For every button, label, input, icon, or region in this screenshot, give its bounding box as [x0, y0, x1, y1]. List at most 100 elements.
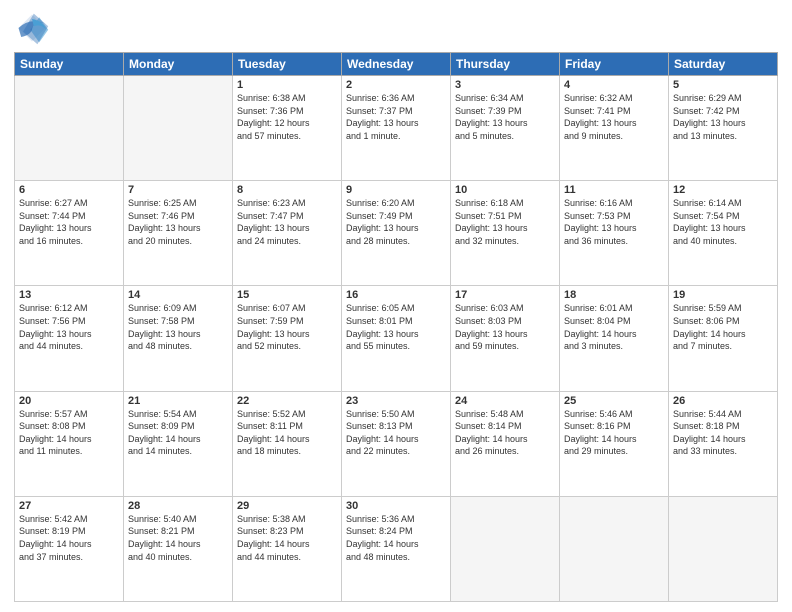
cell-info: and 29 minutes. — [564, 445, 664, 458]
day-number: 23 — [346, 395, 446, 407]
day-header-monday: Monday — [124, 53, 233, 76]
cell-info: Sunset: 7:41 PM — [564, 105, 664, 118]
cell-info: Daylight: 13 hours — [564, 222, 664, 235]
day-number: 29 — [237, 500, 337, 512]
cell-info: Daylight: 14 hours — [673, 433, 773, 446]
cell-info: Daylight: 13 hours — [673, 117, 773, 130]
day-number: 4 — [564, 79, 664, 91]
cell-info: and 57 minutes. — [237, 130, 337, 143]
day-header-tuesday: Tuesday — [233, 53, 342, 76]
cell-info: Sunset: 8:04 PM — [564, 315, 664, 328]
calendar-cell: 5Sunrise: 6:29 AMSunset: 7:42 PMDaylight… — [669, 76, 778, 181]
day-header-friday: Friday — [560, 53, 669, 76]
week-row-3: 13Sunrise: 6:12 AMSunset: 7:56 PMDayligh… — [15, 286, 778, 391]
cell-info: Sunset: 7:53 PM — [564, 210, 664, 223]
cell-info: Sunset: 8:14 PM — [455, 420, 555, 433]
cell-info: Sunset: 8:06 PM — [673, 315, 773, 328]
calendar-cell: 7Sunrise: 6:25 AMSunset: 7:46 PMDaylight… — [124, 181, 233, 286]
calendar-cell: 27Sunrise: 5:42 AMSunset: 8:19 PMDayligh… — [15, 496, 124, 601]
cell-info: Daylight: 13 hours — [237, 328, 337, 341]
week-row-5: 27Sunrise: 5:42 AMSunset: 8:19 PMDayligh… — [15, 496, 778, 601]
cell-info: and 7 minutes. — [673, 340, 773, 353]
calendar-cell: 4Sunrise: 6:32 AMSunset: 7:41 PMDaylight… — [560, 76, 669, 181]
calendar-cell — [669, 496, 778, 601]
day-header-sunday: Sunday — [15, 53, 124, 76]
cell-info: Daylight: 13 hours — [237, 222, 337, 235]
day-number: 22 — [237, 395, 337, 407]
calendar-header-row: SundayMondayTuesdayWednesdayThursdayFrid… — [15, 53, 778, 76]
calendar-cell: 14Sunrise: 6:09 AMSunset: 7:58 PMDayligh… — [124, 286, 233, 391]
cell-info: Sunrise: 6:18 AM — [455, 197, 555, 210]
day-number: 21 — [128, 395, 228, 407]
calendar-cell: 16Sunrise: 6:05 AMSunset: 8:01 PMDayligh… — [342, 286, 451, 391]
week-row-4: 20Sunrise: 5:57 AMSunset: 8:08 PMDayligh… — [15, 391, 778, 496]
cell-info: and 9 minutes. — [564, 130, 664, 143]
cell-info: Daylight: 14 hours — [237, 433, 337, 446]
cell-info: Sunset: 8:08 PM — [19, 420, 119, 433]
cell-info: Sunrise: 6:27 AM — [19, 197, 119, 210]
cell-info: Sunrise: 6:34 AM — [455, 92, 555, 105]
cell-info: Daylight: 14 hours — [564, 433, 664, 446]
calendar-cell: 30Sunrise: 5:36 AMSunset: 8:24 PMDayligh… — [342, 496, 451, 601]
cell-info: and 16 minutes. — [19, 235, 119, 248]
day-number: 11 — [564, 184, 664, 196]
cell-info: Daylight: 14 hours — [19, 433, 119, 446]
calendar-cell: 10Sunrise: 6:18 AMSunset: 7:51 PMDayligh… — [451, 181, 560, 286]
cell-info: Sunrise: 6:29 AM — [673, 92, 773, 105]
calendar-cell — [15, 76, 124, 181]
day-number: 15 — [237, 289, 337, 301]
day-number: 19 — [673, 289, 773, 301]
cell-info: Sunset: 8:21 PM — [128, 525, 228, 538]
cell-info: Daylight: 13 hours — [19, 222, 119, 235]
cell-info: Sunrise: 6:14 AM — [673, 197, 773, 210]
cell-info: Daylight: 13 hours — [455, 117, 555, 130]
day-number: 9 — [346, 184, 446, 196]
cell-info: and 55 minutes. — [346, 340, 446, 353]
cell-info: Sunrise: 6:09 AM — [128, 302, 228, 315]
calendar-cell: 23Sunrise: 5:50 AMSunset: 8:13 PMDayligh… — [342, 391, 451, 496]
cell-info: Daylight: 14 hours — [346, 538, 446, 551]
calendar-cell: 24Sunrise: 5:48 AMSunset: 8:14 PMDayligh… — [451, 391, 560, 496]
cell-info: Daylight: 13 hours — [564, 117, 664, 130]
week-row-1: 1Sunrise: 6:38 AMSunset: 7:36 PMDaylight… — [15, 76, 778, 181]
cell-info: Sunrise: 5:59 AM — [673, 302, 773, 315]
day-number: 5 — [673, 79, 773, 91]
day-number: 6 — [19, 184, 119, 196]
cell-info: and 32 minutes. — [455, 235, 555, 248]
calendar-cell: 6Sunrise: 6:27 AMSunset: 7:44 PMDaylight… — [15, 181, 124, 286]
calendar-cell: 18Sunrise: 6:01 AMSunset: 8:04 PMDayligh… — [560, 286, 669, 391]
cell-info: Sunset: 7:58 PM — [128, 315, 228, 328]
cell-info: Sunset: 7:56 PM — [19, 315, 119, 328]
cell-info: Sunrise: 6:03 AM — [455, 302, 555, 315]
cell-info: and 3 minutes. — [564, 340, 664, 353]
calendar-cell: 13Sunrise: 6:12 AMSunset: 7:56 PMDayligh… — [15, 286, 124, 391]
cell-info: Sunset: 7:47 PM — [237, 210, 337, 223]
calendar-cell: 12Sunrise: 6:14 AMSunset: 7:54 PMDayligh… — [669, 181, 778, 286]
day-number: 10 — [455, 184, 555, 196]
cell-info: Sunset: 8:16 PM — [564, 420, 664, 433]
cell-info: and 24 minutes. — [237, 235, 337, 248]
cell-info: Daylight: 13 hours — [455, 222, 555, 235]
week-row-2: 6Sunrise: 6:27 AMSunset: 7:44 PMDaylight… — [15, 181, 778, 286]
day-number: 7 — [128, 184, 228, 196]
cell-info: and 52 minutes. — [237, 340, 337, 353]
calendar-cell: 17Sunrise: 6:03 AMSunset: 8:03 PMDayligh… — [451, 286, 560, 391]
cell-info: and 36 minutes. — [564, 235, 664, 248]
cell-info: Sunset: 7:37 PM — [346, 105, 446, 118]
header — [14, 10, 778, 46]
cell-info: Sunset: 7:36 PM — [237, 105, 337, 118]
day-number: 13 — [19, 289, 119, 301]
cell-info: Daylight: 13 hours — [346, 328, 446, 341]
logo-icon — [14, 10, 50, 46]
cell-info: and 13 minutes. — [673, 130, 773, 143]
cell-info: and 18 minutes. — [237, 445, 337, 458]
cell-info: Sunset: 8:13 PM — [346, 420, 446, 433]
cell-info: and 14 minutes. — [128, 445, 228, 458]
cell-info: Daylight: 13 hours — [346, 117, 446, 130]
calendar-cell: 2Sunrise: 6:36 AMSunset: 7:37 PMDaylight… — [342, 76, 451, 181]
cell-info: Sunset: 8:24 PM — [346, 525, 446, 538]
cell-info: Sunrise: 6:38 AM — [237, 92, 337, 105]
cell-info: Sunrise: 6:23 AM — [237, 197, 337, 210]
cell-info: Sunrise: 6:01 AM — [564, 302, 664, 315]
day-number: 17 — [455, 289, 555, 301]
